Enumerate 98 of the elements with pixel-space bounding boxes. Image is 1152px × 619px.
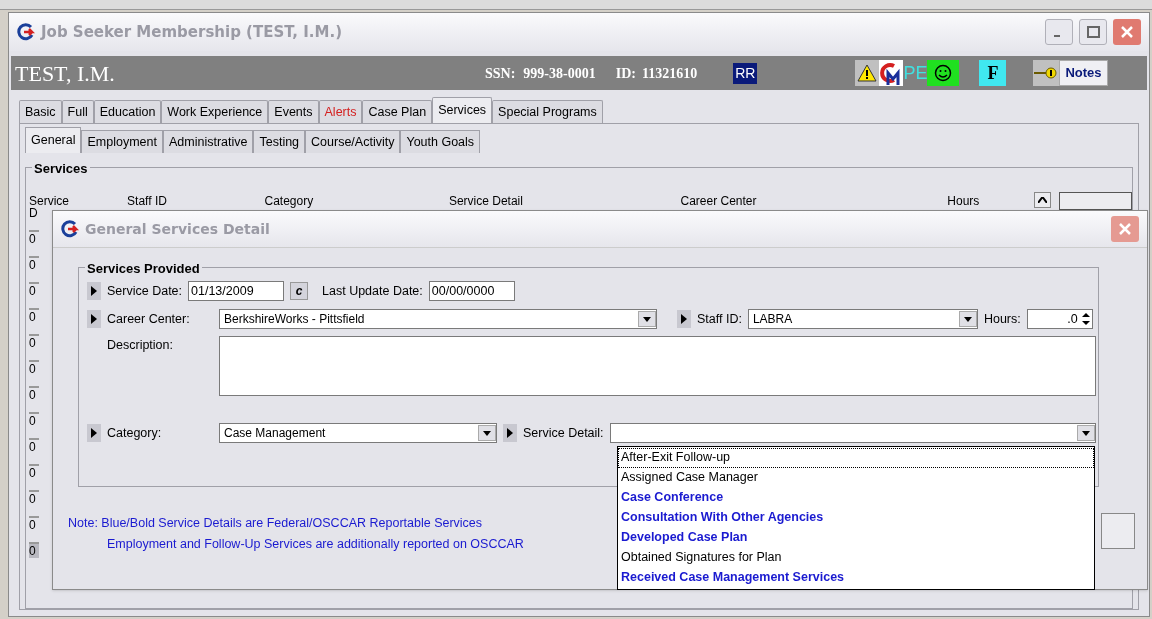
expand-button[interactable]	[87, 424, 101, 442]
note-text: Note: Blue/Bold Service Details are Federal/OSCCAR Reportable Services	[68, 515, 483, 532]
app-logo-icon	[61, 220, 79, 238]
expand-button[interactable]	[503, 424, 517, 442]
maximize-icon[interactable]	[1084, 23, 1102, 41]
table-cell[interactable]: 0	[29, 256, 39, 272]
id-value: 11321610	[641, 64, 698, 83]
table-cell[interactable]: 0	[29, 386, 39, 402]
column-header: Hours	[947, 193, 981, 206]
calendar-button[interactable]: c	[290, 282, 309, 300]
field-label: Hours:	[983, 310, 1021, 328]
dropdown-option[interactable]: Received Case Management Services	[618, 568, 1094, 588]
field-label: Service Date:	[107, 282, 183, 300]
column-header: Service Detail	[448, 193, 524, 206]
category-dropdown[interactable]: Case Management	[219, 423, 497, 443]
tab[interactable]: Alerts	[318, 100, 363, 123]
tab[interactable]: Basic	[19, 100, 62, 123]
triangle-icon[interactable]	[91, 286, 97, 296]
field-label: Staff ID:	[697, 310, 742, 328]
table-cell[interactable]: 0	[29, 490, 39, 506]
notes-button[interactable]: Notes	[1059, 60, 1108, 86]
rr-badge[interactable]: RR	[733, 62, 758, 84]
side-button[interactable]	[1101, 513, 1135, 549]
table-cell[interactable]: 0	[29, 438, 39, 454]
subtab[interactable]: Administrative	[162, 130, 254, 153]
column-header: D	[29, 206, 39, 220]
warning-icon[interactable]	[855, 60, 880, 86]
subtab[interactable]: General	[25, 127, 82, 153]
field-label: Service Detail:	[523, 424, 604, 442]
window-title: Job Seeker Membership (TEST, I.M.)	[41, 21, 344, 43]
field-label: Description:	[107, 337, 174, 354]
date-field[interactable]: 01/13/2009	[188, 281, 285, 301]
tab[interactable]: Full	[61, 100, 94, 123]
ssn-value: 999-38-0001	[523, 64, 596, 83]
side-button[interactable]	[1059, 192, 1132, 210]
table-cell[interactable]: 0	[29, 360, 39, 376]
triangle-icon[interactable]	[91, 314, 97, 324]
hours-spinner[interactable]: .0	[1026, 309, 1093, 329]
note-text: Employment and Follow-Up Services are additionally reported on OSCCAR	[106, 536, 524, 553]
expand-button[interactable]	[87, 282, 101, 300]
subtab[interactable]: Employment	[81, 130, 163, 153]
tab[interactable]: Work Experience	[161, 100, 269, 123]
dropdown-option[interactable]: Obtained Signatures for Plan	[618, 548, 1094, 568]
dropdown-option[interactable]: Developed Case Plan	[618, 528, 1094, 548]
down-arrow-icon[interactable]	[483, 430, 491, 436]
field-label: Category:	[107, 424, 163, 442]
app-logo-icon	[17, 23, 35, 41]
key-icon[interactable]	[1033, 60, 1060, 86]
tab[interactable]: Events	[268, 100, 319, 123]
cm-logo-icon[interactable]	[879, 60, 904, 86]
career-center-dropdown[interactable]: BerkshireWorks - Pittsfield	[219, 309, 657, 329]
table-cell[interactable]: 0	[29, 542, 39, 558]
ssn-label: SSN:	[485, 64, 516, 83]
subtab[interactable]: Testing	[253, 130, 306, 153]
down-arrow-icon[interactable]	[1082, 430, 1090, 436]
column-header: Staff ID	[127, 193, 168, 206]
dropdown-option[interactable]: After-Exit Follow-up	[618, 448, 1094, 468]
column-header: Category	[264, 193, 315, 206]
date-field[interactable]: 00/00/0000	[428, 281, 515, 301]
description-field[interactable]	[219, 336, 1096, 396]
triangle-icon[interactable]	[681, 314, 687, 324]
subtab[interactable]: Course/Activity	[305, 130, 401, 153]
field-label: Career Center:	[107, 310, 191, 328]
down-arrow-icon[interactable]	[643, 316, 651, 322]
tab[interactable]: Services	[432, 97, 493, 123]
dialog-title: General Services Detail	[85, 219, 271, 239]
table-cell[interactable]: 0	[29, 282, 39, 298]
expand-button[interactable]	[677, 310, 691, 328]
smiley-icon[interactable]	[927, 60, 960, 86]
dropdown-option[interactable]: Assigned Case Manager	[618, 468, 1094, 488]
triangle-icon[interactable]	[91, 428, 97, 438]
f-badge[interactable]: F	[979, 60, 1007, 86]
subtab[interactable]: Youth Goals	[400, 130, 481, 153]
tab[interactable]: Special Programs	[492, 100, 603, 123]
person-name: TEST, I.M.	[15, 59, 116, 88]
dropdown-option[interactable]: Case Conference	[618, 488, 1094, 508]
maximize-button[interactable]	[1079, 19, 1107, 45]
table-cell[interactable]: 0	[29, 308, 39, 324]
expand-button[interactable]	[87, 310, 101, 328]
table-cell[interactable]: 0	[29, 412, 39, 428]
table-cell[interactable]: 0	[29, 230, 39, 246]
table-cell[interactable]: 0	[29, 516, 39, 532]
triangle-icon[interactable]	[507, 428, 513, 438]
down-arrow-icon[interactable]	[963, 316, 972, 322]
scroll-up-button[interactable]	[1033, 192, 1052, 208]
column-header: Service	[29, 193, 70, 206]
field-label: Last Update Date:	[322, 282, 423, 300]
close-button[interactable]	[1113, 19, 1141, 45]
table-cell[interactable]: 0	[29, 334, 39, 350]
tab[interactable]: Education	[93, 100, 162, 123]
tab[interactable]: Case Plan	[362, 100, 433, 123]
service-detail-dropdown[interactable]	[609, 423, 1096, 443]
close-icon[interactable]	[1119, 24, 1135, 40]
dropdown-option[interactable]: Consultation With Other Agencies	[618, 508, 1094, 528]
column-header: Career Center	[680, 193, 758, 206]
id-label: ID:	[615, 64, 636, 83]
staff-id-dropdown[interactable]: LABRA	[747, 309, 978, 329]
table-cell[interactable]: 0	[29, 464, 39, 480]
